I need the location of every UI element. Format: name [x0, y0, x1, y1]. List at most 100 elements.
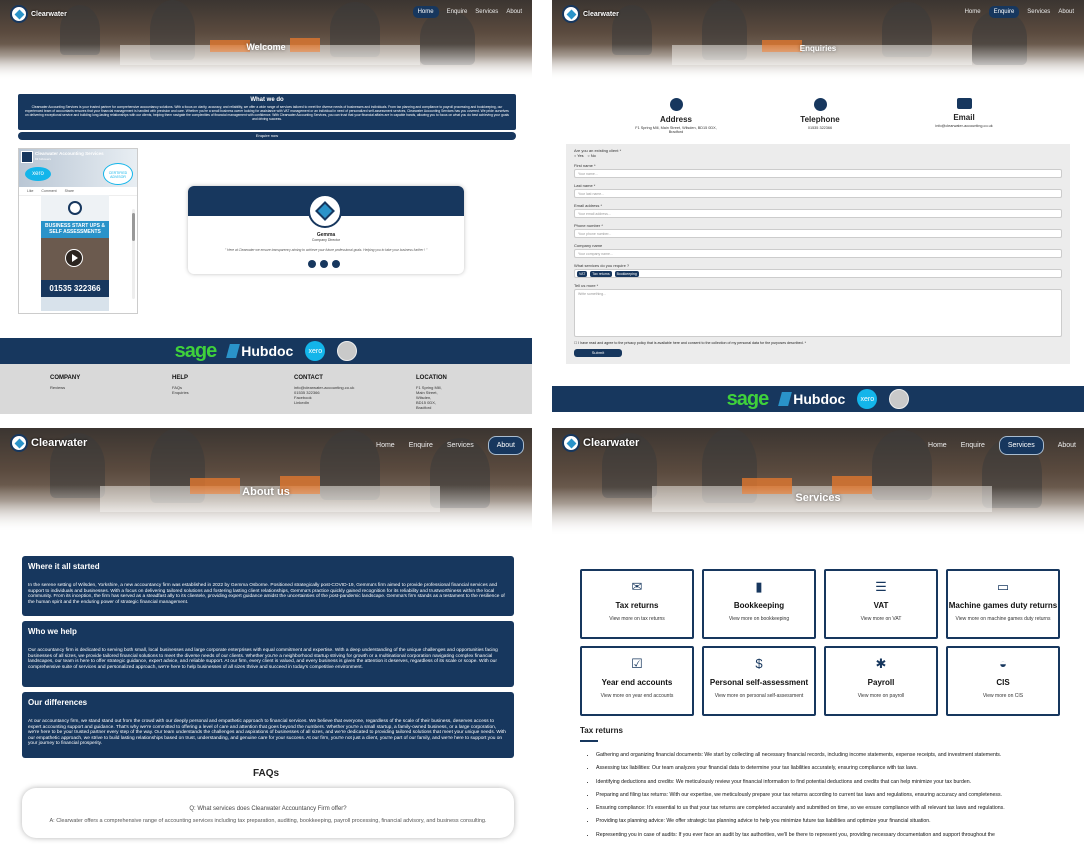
share-button[interactable]: Share: [65, 189, 74, 193]
what-we-do-box: What we do Clearwater Accounting Service…: [18, 94, 516, 130]
service-card-personal-self-assessment[interactable]: $ Personal self-assessment View more on pe…: [702, 646, 816, 716]
privacy-checkbox[interactable]: ☐ I have read and agree to the privacy p…: [574, 341, 1062, 345]
nav-about[interactable]: About: [506, 9, 522, 15]
profile-social: [308, 260, 340, 268]
hero-banner: Clearwater Home Enquire Services About A…: [0, 428, 532, 532]
hubdoc-icon: [226, 344, 241, 358]
linkedin-icon[interactable]: [320, 260, 328, 268]
faq-item[interactable]: Q: What services does Clearwater Account…: [22, 788, 514, 838]
service-card-cis[interactable]: ◒ CIS View more on CIS: [946, 646, 1060, 716]
service-card-tax-returns[interactable]: ✉ Tax returns View more on tax returns: [580, 569, 694, 639]
whatsapp-icon[interactable]: [332, 260, 340, 268]
what-we-do-text: Clearwater Accounting Services is your t…: [25, 105, 509, 121]
scrollbar[interactable]: [132, 209, 135, 299]
promo-logo: [41, 195, 109, 221]
xero-badge: xero: [25, 167, 51, 181]
nav-about[interactable]: About: [487, 436, 524, 455]
like-button[interactable]: Like: [27, 189, 33, 193]
footer: COMPANY Reviews HELP FAQs Enquiries CONTACT…: [0, 364, 532, 414]
services-select[interactable]: VAT Tax returns Bookkeeping: [574, 269, 1062, 278]
sage-logo: sage: [726, 387, 770, 410]
hubdoc-logo: Hubdoc: [226, 343, 293, 359]
nav-enquire[interactable]: Enquire: [447, 9, 468, 15]
nav-home[interactable]: Home: [412, 6, 439, 18]
service-card-bookkeeping[interactable]: ▮ Bookkeeping View more on bookkeeping: [702, 569, 816, 639]
service-card-machine-games-duty-returns[interactable]: ▭ Machine games duty returns View more on …: [946, 569, 1060, 639]
brand-logo[interactable]: Clearwater: [10, 5, 67, 23]
nav-services[interactable]: Services: [998, 436, 1044, 455]
nav-home[interactable]: Home: [376, 442, 395, 449]
service-card-title: Machine games duty returns: [948, 601, 1058, 610]
brand-logo[interactable]: Clearwater: [562, 5, 619, 23]
nav-enquire[interactable]: Enquire: [961, 442, 985, 449]
radio-yes[interactable]: ○ Yes: [574, 154, 583, 158]
logo-icon: [562, 5, 580, 23]
contact-address: Address F1 Spring Mill, Main Street, Wil…: [630, 98, 722, 134]
tax-returns-underline: [580, 740, 598, 742]
phone-input[interactable]: Your phone number...: [574, 229, 1062, 238]
submit-button[interactable]: Submit: [574, 349, 622, 357]
service-card-link[interactable]: View more on payroll: [826, 693, 936, 699]
first-name-input[interactable]: Your name...: [574, 169, 1062, 178]
about-page: Clearwater Home Enquire Services About A…: [0, 428, 532, 844]
service-card-link[interactable]: View more on bookkeeping: [704, 616, 814, 622]
nav-about[interactable]: About: [1058, 9, 1074, 15]
social-widget: Clearwater Accounting Services 93 follow…: [18, 148, 138, 314]
service-card-link[interactable]: View more on personal self-assessment: [704, 693, 814, 699]
footer-link-reviews[interactable]: Reviews: [50, 385, 65, 390]
social-page-name[interactable]: Clearwater Accounting Services: [35, 151, 104, 156]
enquiry-form: Are you an existing client * ○ Yes ○ No …: [566, 144, 1070, 364]
certified-advisor-logo: [889, 389, 910, 409]
service-card-link[interactable]: View more on year end accounts: [582, 693, 692, 699]
footer-linkedin[interactable]: LinkedIn: [294, 400, 354, 405]
what-we-do-title: What we do: [250, 97, 284, 103]
people-icon: ✱: [875, 656, 887, 671]
contact-email: Email info@clearwater-accounting.co.uk: [916, 98, 1012, 128]
radio-no[interactable]: ○ No: [587, 154, 595, 158]
nav-services[interactable]: Services: [1027, 9, 1050, 15]
nav-services[interactable]: Services: [475, 9, 498, 15]
service-card-vat[interactable]: ☰ VAT View more on VAT: [824, 569, 938, 639]
facebook-icon[interactable]: [308, 260, 316, 268]
promo-phone: 01535 322366: [41, 280, 109, 297]
section-where-it-started: Where it all started In the serene setti…: [22, 556, 514, 616]
nav-about[interactable]: About: [1058, 442, 1076, 449]
xero-logo: xero: [857, 389, 878, 409]
promo-video[interactable]: [41, 238, 109, 280]
email-input[interactable]: Your email address...: [574, 209, 1062, 218]
service-card-year-end-accounts[interactable]: ☑ Year end accounts View more on year end …: [580, 646, 694, 716]
service-card-payroll[interactable]: ✱ Payroll View more on payroll: [824, 646, 938, 716]
partners-bar: sage Hubdoc xero: [552, 386, 1084, 412]
service-card-link[interactable]: View more on machine games duty returns: [948, 616, 1058, 622]
nav-services[interactable]: Services: [447, 442, 474, 449]
message-textarea[interactable]: Write something...: [574, 289, 1062, 337]
tax-returns-title: Tax returns: [580, 726, 623, 735]
nav-home[interactable]: Home: [928, 442, 947, 449]
last-name-input[interactable]: Your last name...: [574, 189, 1062, 198]
enquiries-page: Clearwater Home Enquire Services About E…: [552, 0, 1084, 414]
profile-quote: " Here at Clearwater we ensure transpare…: [224, 248, 428, 252]
page-title: Services: [795, 492, 841, 504]
service-card-link[interactable]: View more on tax returns: [582, 616, 692, 622]
nav-home[interactable]: Home: [965, 9, 981, 15]
nav-enquire[interactable]: Enquire: [409, 442, 433, 449]
service-card-title: Bookkeeping: [733, 601, 785, 610]
service-card-link[interactable]: View more on VAT: [826, 616, 936, 622]
welcome-page: Clearwater Home Enquire Services About W…: [0, 0, 532, 414]
footer-link-enquiries[interactable]: Enquiries: [172, 390, 189, 395]
nav-enquire[interactable]: Enquire: [988, 6, 1020, 18]
service-card-title: Year end accounts: [601, 678, 673, 687]
service-card-link[interactable]: View more on CIS: [948, 693, 1058, 699]
chip-vat[interactable]: VAT: [577, 271, 588, 277]
brand-logo[interactable]: Clearwater: [10, 434, 87, 452]
chip-tax-returns[interactable]: Tax returns: [590, 271, 612, 277]
comment-button[interactable]: Comment: [41, 189, 56, 193]
chip-bookkeeping[interactable]: Bookkeeping: [614, 271, 639, 277]
profile-card: Gemma Company Director " Here at Clearwa…: [188, 186, 464, 274]
main-nav: Home Enquire Services About: [965, 6, 1074, 18]
brand-logo[interactable]: Clearwater: [562, 434, 639, 452]
company-input[interactable]: Your company name...: [574, 249, 1062, 258]
certified-advisor-logo: [337, 341, 358, 361]
enquire-now-button[interactable]: Enquire now: [18, 132, 516, 140]
social-cover: Clearwater Accounting Services 93 follow…: [19, 149, 137, 187]
